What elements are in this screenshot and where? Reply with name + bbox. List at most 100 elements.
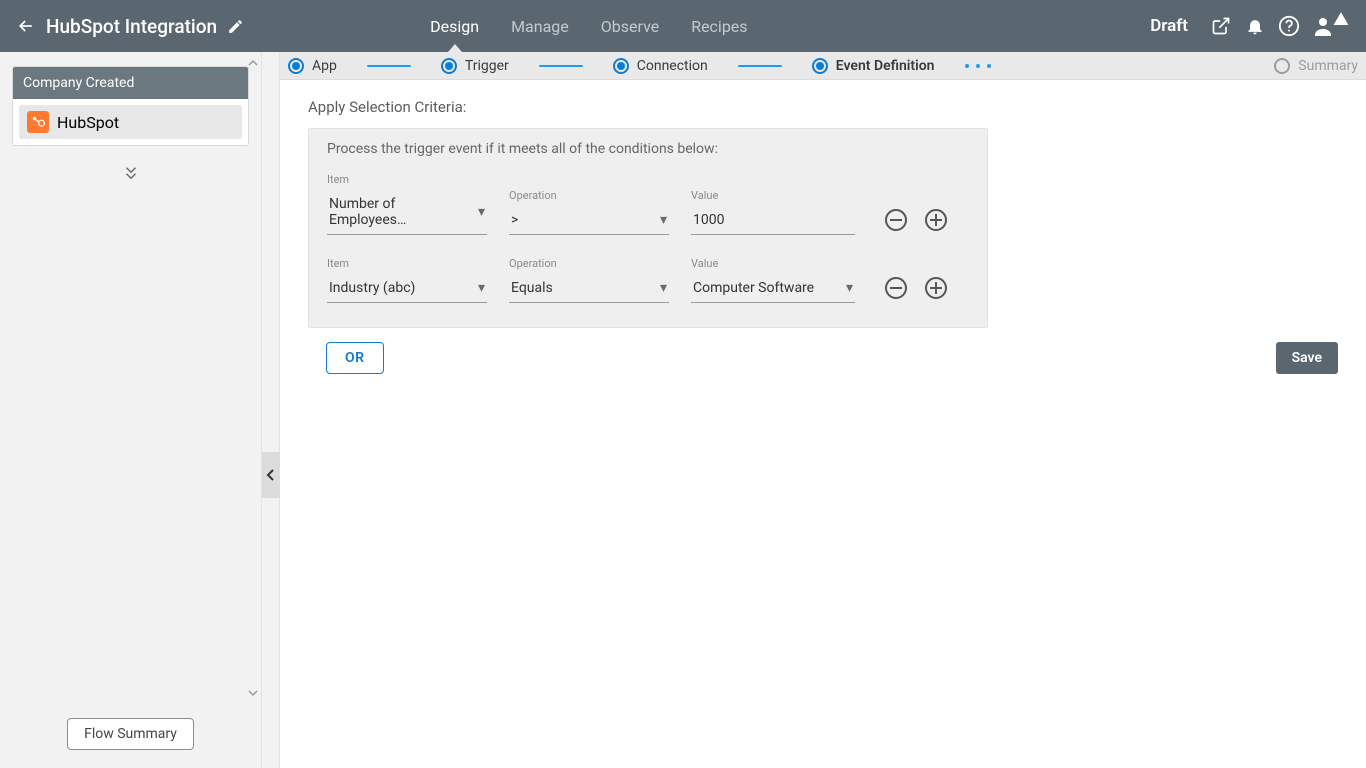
- expand-all-button[interactable]: [122, 164, 140, 182]
- condition-item-select[interactable]: Number of Employees… ▾: [327, 192, 487, 235]
- step-connector-dotted: [965, 65, 1009, 67]
- main-panel: App Trigger Connection Event Definition: [280, 52, 1366, 768]
- step-label: Summary: [1298, 58, 1358, 74]
- condition-value-field: Value Computer Software ▾: [691, 257, 855, 303]
- remove-condition-button[interactable]: [885, 277, 907, 299]
- select-value: >: [511, 212, 518, 228]
- condition-operation-field: Operation > ▾: [509, 189, 669, 235]
- add-or-group-button[interactable]: OR: [326, 342, 384, 374]
- arrow-left-icon: [16, 16, 36, 36]
- back-button[interactable]: [12, 12, 40, 40]
- step-event-definition[interactable]: Event Definition: [812, 58, 935, 74]
- step-connector: [738, 65, 782, 67]
- scroll-up-icon: [248, 58, 258, 68]
- open-external-button[interactable]: [1206, 11, 1236, 41]
- step-app[interactable]: App: [288, 58, 337, 74]
- trigger-app-item[interactable]: HubSpot: [19, 105, 242, 139]
- select-value: Equals: [511, 280, 553, 296]
- double-chevron-down-icon: [122, 164, 140, 182]
- step-label: Trigger: [465, 58, 509, 74]
- flow-summary-button[interactable]: Flow Summary: [67, 718, 194, 750]
- tab-recipes[interactable]: Recipes: [675, 0, 763, 52]
- radio-filled-icon: [441, 58, 457, 74]
- tab-observe[interactable]: Observe: [585, 0, 675, 52]
- notifications-button[interactable]: [1240, 11, 1270, 41]
- scroll-down-icon: [248, 688, 258, 698]
- minus-icon: [890, 287, 902, 289]
- condition-row: Item Industry (abc) ▾ Operation Equals ▾: [327, 257, 969, 303]
- input-value: 1000: [693, 212, 724, 228]
- topbar: HubSpot Integration Design Manage Observ…: [0, 0, 1366, 52]
- plus-icon: [930, 282, 942, 294]
- condition-value-field: Value 1000: [691, 189, 855, 235]
- field-label: Operation: [509, 189, 669, 202]
- criteria-group: Process the trigger event if it meets al…: [308, 128, 988, 328]
- hubspot-icon: [27, 111, 49, 133]
- sidebar-collapse-rail: [262, 52, 280, 768]
- condition-operation-select[interactable]: > ▾: [509, 208, 669, 235]
- condition-row: Item Number of Employees… ▾ Operation > …: [327, 173, 969, 235]
- field-label: Item: [327, 173, 487, 186]
- section-label: Apply Selection Criteria:: [308, 98, 1338, 116]
- help-icon: [1278, 15, 1300, 37]
- radio-filled-icon: [613, 58, 629, 74]
- caret-down-icon: ▾: [660, 212, 667, 228]
- minus-icon: [890, 219, 902, 221]
- step-label: App: [312, 58, 337, 74]
- warning-icon: [1333, 11, 1349, 27]
- main-tabs: Design Manage Observe Recipes: [414, 0, 763, 52]
- edit-title-button[interactable]: [227, 18, 244, 35]
- tab-design[interactable]: Design: [414, 0, 495, 52]
- account-button[interactable]: [1308, 11, 1352, 41]
- page-title: HubSpot Integration: [46, 15, 217, 38]
- select-value: Industry (abc): [329, 280, 415, 296]
- condition-value-select[interactable]: Computer Software ▾: [691, 276, 855, 303]
- save-button[interactable]: Save: [1276, 342, 1338, 374]
- step-label: Connection: [637, 58, 708, 74]
- trigger-panel: Company Created HubSpot: [12, 66, 249, 146]
- condition-item-select[interactable]: Industry (abc) ▾: [327, 276, 487, 303]
- status-badge: Draft: [1150, 16, 1188, 36]
- field-label: Value: [691, 189, 855, 202]
- field-label: Item: [327, 257, 487, 270]
- sidebar: Company Created HubSpot Flow Summary: [0, 52, 262, 768]
- chevron-left-icon: [266, 468, 276, 482]
- bell-icon: [1245, 16, 1265, 36]
- caret-down-icon: ▾: [846, 280, 853, 296]
- add-condition-button[interactable]: [925, 277, 947, 299]
- step-connection[interactable]: Connection: [613, 58, 708, 74]
- user-icon: [1311, 14, 1335, 38]
- radio-filled-icon: [288, 58, 304, 74]
- pencil-icon: [227, 18, 244, 35]
- content-area: Apply Selection Criteria: Process the tr…: [280, 80, 1366, 768]
- caret-down-icon: ▾: [478, 204, 485, 220]
- caret-down-icon: ▾: [660, 280, 667, 296]
- step-connector: [367, 65, 411, 67]
- remove-condition-button[interactable]: [885, 209, 907, 231]
- plus-icon: [930, 214, 942, 226]
- radio-filled-icon: [812, 58, 828, 74]
- condition-operation-field: Operation Equals ▾: [509, 257, 669, 303]
- select-value: Number of Employees…: [329, 196, 472, 228]
- step-connector: [539, 65, 583, 67]
- condition-item-field: Item Number of Employees… ▾: [327, 173, 487, 235]
- criteria-intro-text: Process the trigger event if it meets al…: [327, 141, 969, 157]
- wizard-stepper: App Trigger Connection Event Definition: [280, 52, 1366, 80]
- step-label: Event Definition: [836, 58, 935, 74]
- sidebar-collapse-button[interactable]: [262, 452, 280, 498]
- step-trigger[interactable]: Trigger: [441, 58, 509, 74]
- step-summary[interactable]: Summary: [1274, 58, 1358, 74]
- field-label: Value: [691, 257, 855, 270]
- caret-down-icon: ▾: [478, 280, 485, 296]
- field-label: Operation: [509, 257, 669, 270]
- radio-empty-icon: [1274, 58, 1290, 74]
- help-button[interactable]: [1274, 11, 1304, 41]
- condition-item-field: Item Industry (abc) ▾: [327, 257, 487, 303]
- condition-operation-select[interactable]: Equals ▾: [509, 276, 669, 303]
- add-condition-button[interactable]: [925, 209, 947, 231]
- trigger-panel-title: Company Created: [13, 67, 248, 99]
- tab-manage[interactable]: Manage: [495, 0, 585, 52]
- select-value: Computer Software: [693, 280, 814, 296]
- condition-value-input[interactable]: 1000: [691, 208, 855, 235]
- trigger-app-label: HubSpot: [57, 113, 119, 132]
